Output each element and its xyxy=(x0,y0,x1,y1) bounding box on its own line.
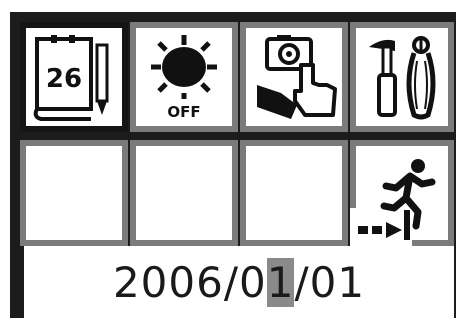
date-setting-menu-item[interactable]: 26 xyxy=(20,22,128,132)
camera-operation-menu-item[interactable] xyxy=(240,22,348,132)
exit-menu-item[interactable] xyxy=(350,140,454,246)
calendar-day: 26 xyxy=(46,64,82,94)
empty-menu-slot xyxy=(20,140,128,246)
date-month-tens[interactable]: 0 xyxy=(239,258,267,307)
sun-off-icon: OFF xyxy=(151,35,217,121)
hand-camera-icon xyxy=(257,35,337,119)
tools-icon xyxy=(369,36,436,120)
power-saving-menu-item[interactable]: OFF xyxy=(130,22,238,132)
empty-menu-slot xyxy=(130,140,238,246)
calendar-pen-icon: 26 xyxy=(33,35,109,121)
date-day[interactable]: 01 xyxy=(310,258,365,307)
date-display: 2006/0 1/01 xyxy=(24,246,454,318)
tools-menu-item[interactable] xyxy=(350,22,454,132)
date-separator: / xyxy=(294,257,310,307)
date-separator: / xyxy=(223,257,239,307)
empty-menu-slot xyxy=(240,140,348,246)
date-cursor-digit[interactable]: 1 xyxy=(266,257,295,307)
exit-running-man-icon xyxy=(358,159,436,240)
date-year[interactable]: 2006 xyxy=(113,258,224,307)
power-off-badge: OFF xyxy=(167,103,200,121)
